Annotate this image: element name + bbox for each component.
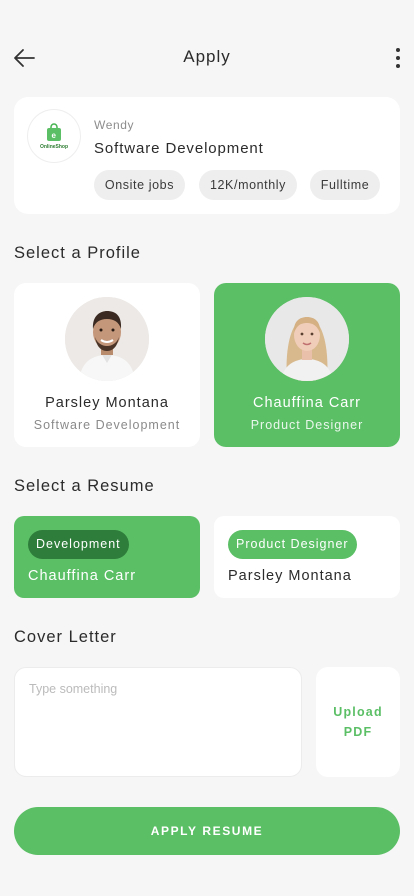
profile-role: Software Development	[33, 418, 181, 432]
cover-letter-input[interactable]	[14, 667, 302, 777]
upload-label-line1: Upload	[333, 705, 383, 719]
profile-name: Chauffina Carr	[252, 395, 362, 411]
logo-text: OnlineShop	[39, 144, 69, 150]
resume-card-product-designer[interactable]: Product Designer Parsley Montana	[214, 516, 400, 598]
avatar	[65, 297, 149, 381]
profile-name: Parsley Montana	[45, 395, 169, 411]
more-vertical-icon	[396, 48, 400, 68]
avatar	[265, 297, 349, 381]
shopping-bag-icon: e	[47, 123, 61, 141]
resume-tag: Development	[28, 530, 129, 559]
profile-role: Product Designer	[250, 418, 364, 432]
resume-owner-name: Parsley Montana	[228, 568, 352, 584]
job-tag: Fulltime	[310, 170, 380, 200]
resume-section-title: Select a Resume	[14, 477, 155, 495]
svg-text:e: e	[51, 131, 56, 140]
profile-card-parsley-montana[interactable]: Parsley Montana Software Development	[14, 283, 200, 447]
page-title: Apply	[183, 47, 231, 66]
resume-card-development[interactable]: Development Chauffina Carr	[14, 516, 200, 598]
upload-pdf-button[interactable]: Upload PDF	[316, 667, 400, 777]
job-tag: Onsite jobs	[94, 170, 185, 200]
profile-section-title: Select a Profile	[14, 244, 141, 262]
company-name: Wendy	[94, 118, 135, 132]
job-tag: 12K/monthly	[199, 170, 297, 200]
upload-label-line2: PDF	[343, 725, 373, 739]
company-logo: e OnlineShop	[28, 110, 80, 162]
profile-card-chauffina-carr[interactable]: Chauffina Carr Product Designer	[214, 283, 400, 447]
cover-letter-title: Cover Letter	[14, 628, 117, 646]
resume-tag: Product Designer	[228, 530, 357, 559]
apply-resume-button[interactable]: APPLY RESUME	[14, 807, 400, 855]
resume-owner-name: Chauffina Carr	[28, 568, 137, 584]
more-options-button[interactable]	[390, 44, 406, 72]
job-title: Software Development	[94, 140, 264, 157]
upload-pdf-label: Upload PDF	[333, 702, 383, 742]
